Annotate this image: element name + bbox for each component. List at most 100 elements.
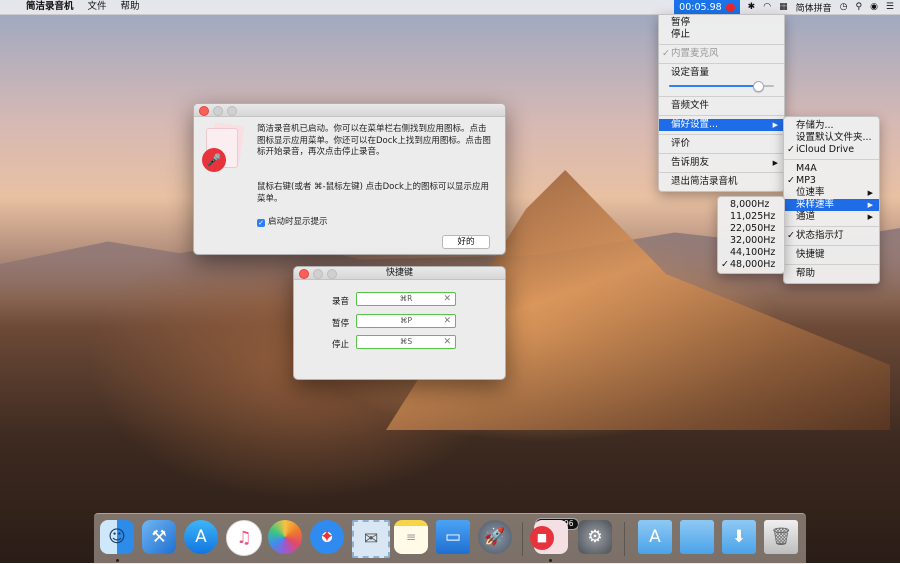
title-bar: 快捷键 xyxy=(294,267,505,280)
menu-item-icloud-drive[interactable]: ✓ iCloud Drive xyxy=(784,144,879,156)
menu-item-11025hz[interactable]: 11,025Hz xyxy=(718,211,784,223)
recorder-icon[interactable]: ■ xyxy=(530,520,568,554)
running-indicator xyxy=(549,559,552,562)
submenu-arrow-icon: ▶ xyxy=(867,201,873,209)
shortcut-label-record: 录音 xyxy=(331,297,349,307)
menu-item-tell-friends[interactable]: 告诉朋友 ▶ xyxy=(659,157,784,169)
menu-item-48000hz[interactable]: ✓ 48,000Hz xyxy=(718,259,784,271)
zoom-button[interactable] xyxy=(227,106,237,116)
menu-item-stop[interactable]: 停止 xyxy=(659,29,784,41)
app-name-menu[interactable]: 简洁录音机 xyxy=(19,0,81,14)
menu-item-22050hz[interactable]: 22,050Hz xyxy=(718,223,784,235)
minimize-button[interactable] xyxy=(213,106,223,116)
submenu-arrow-icon: ▶ xyxy=(772,159,778,167)
submenu-arrow-icon: ▶ xyxy=(867,189,873,197)
documents-folder-icon[interactable] xyxy=(680,520,714,554)
menu-item-m4a[interactable]: M4A xyxy=(784,163,879,175)
checkmark-icon: ✓ xyxy=(787,144,795,155)
menu-item-builtin-mic: ✓ 内置麦克风 xyxy=(659,48,784,60)
launchpad-icon[interactable]: 🚀 xyxy=(478,520,512,554)
wifi-icon[interactable]: ◠ xyxy=(763,2,771,12)
menu-separator xyxy=(659,115,784,116)
close-button[interactable] xyxy=(299,269,309,279)
clear-icon[interactable]: ✕ xyxy=(443,315,451,327)
zoom-button[interactable] xyxy=(327,269,337,279)
help-menu[interactable]: 帮助 xyxy=(114,0,147,14)
menu-separator xyxy=(784,245,879,246)
menu-item-44100hz[interactable]: 44,100Hz xyxy=(718,247,784,259)
volume-slider[interactable] xyxy=(669,79,774,93)
menu-item-pause[interactable]: 暂停 xyxy=(659,17,784,29)
shortcut-field-record[interactable]: ⌘R ✕ xyxy=(356,292,456,306)
itunes-icon[interactable]: ♫ xyxy=(226,520,262,556)
clear-icon[interactable]: ✕ xyxy=(443,336,451,348)
menu-item-status-light[interactable]: ✓ 状态指示灯 xyxy=(784,230,879,242)
ok-button[interactable]: 好的 xyxy=(442,235,490,249)
clear-icon[interactable]: ✕ xyxy=(443,293,451,305)
menu-item-audio-files[interactable]: 音频文件 xyxy=(659,100,784,112)
downloads-folder-icon[interactable]: ⬇ xyxy=(722,520,756,554)
menu-item-preferences[interactable]: 偏好设置... ▶ xyxy=(659,119,784,131)
window-controls xyxy=(299,269,337,279)
app-menu: 暂停 停止 ✓ 内置麦克风 设定音量 音频文件 偏好设置... ▶ 评价 告诉朋友 ▶… xyxy=(658,14,785,192)
shortcut-label-stop: 停止 xyxy=(331,340,349,350)
trash-icon[interactable]: 🗑 xyxy=(764,520,798,554)
show-on-launch-checkbox[interactable]: ✓ xyxy=(257,219,265,227)
menu-item-label: 通道 xyxy=(796,211,816,222)
menu-item-sample-rate[interactable]: 采样速率 ▶ xyxy=(784,199,879,211)
menu-item-quit[interactable]: 退出简洁录音机 xyxy=(659,176,784,188)
sample-rate-submenu: 8,000Hz 11,025Hz 22,050Hz 32,000Hz 44,10… xyxy=(717,196,785,274)
volume-slider-fill xyxy=(669,85,759,87)
safari-icon[interactable]: ✦ xyxy=(310,520,344,554)
minimize-button[interactable] xyxy=(313,269,323,279)
keynote-icon[interactable]: ▭ xyxy=(436,520,470,554)
recorder-status-item[interactable]: 00:05.98 xyxy=(674,0,740,14)
menu-item-save-as[interactable]: 存储为... xyxy=(784,120,879,132)
search-icon[interactable]: ⚲ xyxy=(855,2,862,12)
finder-icon[interactable]: ☺ xyxy=(100,520,134,554)
submenu-arrow-icon: ▶ xyxy=(772,121,778,129)
menu-item-32000hz[interactable]: 32,000Hz xyxy=(718,235,784,247)
shortcut-field-stop[interactable]: ⌘S ✕ xyxy=(356,335,456,349)
clock-icon[interactable]: ◷ xyxy=(840,2,848,12)
menu-separator xyxy=(659,96,784,97)
siri-icon[interactable]: ◉ xyxy=(870,2,878,12)
volume-slider-knob[interactable] xyxy=(753,81,765,92)
system-preferences-icon[interactable]: ⚙ xyxy=(578,520,612,554)
checkmark-icon: ✓ xyxy=(662,48,670,59)
applications-folder-icon[interactable]: A xyxy=(638,520,672,554)
menu-item-mp3[interactable]: ✓ MP3 xyxy=(784,175,879,187)
recorder-app-icon: 🎤 xyxy=(202,122,248,174)
menu-item-bitrate[interactable]: 位速率 ▶ xyxy=(784,187,879,199)
alert-hint: 鼠标右键(或者 ⌘-鼠标左键) 点击Dock上的图标可以显示应用菜单。 xyxy=(257,182,489,204)
menu-item-label: 48,000Hz xyxy=(730,259,776,270)
alert-message: 简洁录音机已启动。你可以在菜单栏右侧找到应用图标。点击图标显示应用菜单。你还可以… xyxy=(257,124,491,157)
menu-item-channels[interactable]: 通道 ▶ xyxy=(784,211,879,223)
menu-item-label: 偏好设置... xyxy=(671,119,719,130)
menu-item-default-folder[interactable]: 设置默认文件夹... xyxy=(784,132,879,144)
input-method-label[interactable]: 简体拼音 xyxy=(796,1,832,14)
shortcut-field-pause[interactable]: ⌘P ✕ xyxy=(356,314,456,328)
shortcut-key: ⌘P xyxy=(399,316,413,325)
mail-stamp-icon[interactable]: ✉ xyxy=(352,520,390,558)
menu-item-8000hz[interactable]: 8,000Hz xyxy=(718,199,784,211)
photos-icon[interactable] xyxy=(268,520,302,554)
menu-item-help[interactable]: 帮助 xyxy=(784,268,879,280)
menu-separator xyxy=(659,63,784,64)
menu-item-shortcuts[interactable]: 快捷键 xyxy=(784,249,879,261)
menu-item-rate[interactable]: 评价 xyxy=(659,138,784,150)
xcode-icon[interactable]: ⚒ xyxy=(142,520,176,554)
app-store-icon[interactable]: A xyxy=(184,520,218,554)
menu-separator xyxy=(659,153,784,154)
file-menu[interactable]: 文件 xyxy=(81,0,114,14)
shortcuts-window: 快捷键 录音 ⌘R ✕ 暂停 ⌘P ✕ 停止 ⌘S ✕ xyxy=(293,266,506,380)
status-area: 00:05.98 ✱ ◠ ▦ 简体拼音 ◷ ⚲ ◉ ☰ xyxy=(674,0,894,14)
checkbox-label[interactable]: 启动时显示提示 xyxy=(268,217,328,229)
bluetooth-icon[interactable]: ✱ xyxy=(748,2,756,12)
menu-item-label: 内置麦克风 xyxy=(671,48,719,59)
notification-center-icon[interactable]: ☰ xyxy=(886,2,894,12)
close-button[interactable] xyxy=(199,106,209,116)
notes-icon[interactable]: ≡ xyxy=(394,520,428,554)
input-method-icon[interactable]: ▦ xyxy=(779,2,788,12)
dock-separator xyxy=(522,522,523,556)
